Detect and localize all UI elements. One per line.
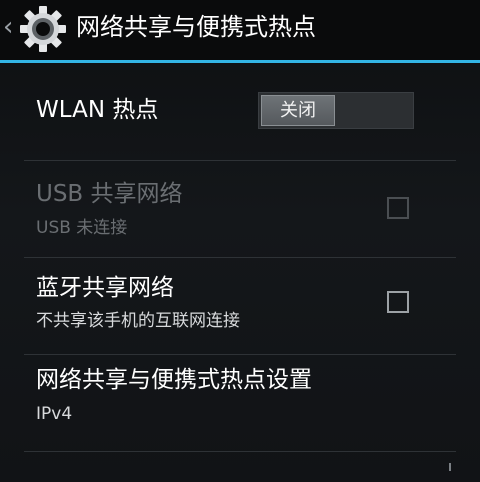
- hotspot-settings-label: 网络共享与便携式热点设置: [36, 367, 312, 393]
- bluetooth-tethering-checkbox[interactable]: [387, 291, 409, 313]
- bluetooth-tethering-summary: 不共享该手机的互联网连接: [36, 311, 240, 331]
- scroll-indicator: [449, 463, 451, 471]
- hotspot-settings-row[interactable]: 网络共享与便携式热点设置 IPv4: [24, 355, 456, 452]
- usb-tethering-checkbox: [387, 197, 409, 219]
- bluetooth-tethering-label: 蓝牙共享网络: [36, 275, 174, 301]
- up-navigation-button[interactable]: ‹: [0, 0, 78, 60]
- wlan-hotspot-switch[interactable]: 关闭: [258, 92, 414, 129]
- action-bar: ‹ 网络共享与便携式热点: [0, 0, 480, 63]
- bluetooth-tethering-row[interactable]: 蓝牙共享网络 不共享该手机的互联网连接: [24, 258, 456, 355]
- gear-icon: [20, 6, 66, 52]
- page-title: 网络共享与便携式热点: [76, 13, 316, 41]
- wlan-hotspot-label: WLAN 热点: [36, 97, 159, 123]
- wlan-hotspot-row[interactable]: WLAN 热点 关闭: [24, 63, 456, 161]
- hotspot-settings-summary: IPv4: [36, 404, 73, 424]
- back-caret-icon: ‹: [3, 12, 14, 42]
- switch-thumb: 关闭: [261, 95, 335, 126]
- settings-screen: ‹ 网络共享与便携式热点 WLAN 热点 关闭 USB 共享网络 USB 未连接…: [0, 0, 480, 482]
- usb-tethering-row: USB 共享网络 USB 未连接: [24, 161, 456, 258]
- usb-tethering-label: USB 共享网络: [36, 181, 183, 207]
- preference-list: WLAN 热点 关闭 USB 共享网络 USB 未连接 蓝牙共享网络 不共享该手…: [24, 63, 456, 452]
- usb-tethering-summary: USB 未连接: [36, 218, 128, 238]
